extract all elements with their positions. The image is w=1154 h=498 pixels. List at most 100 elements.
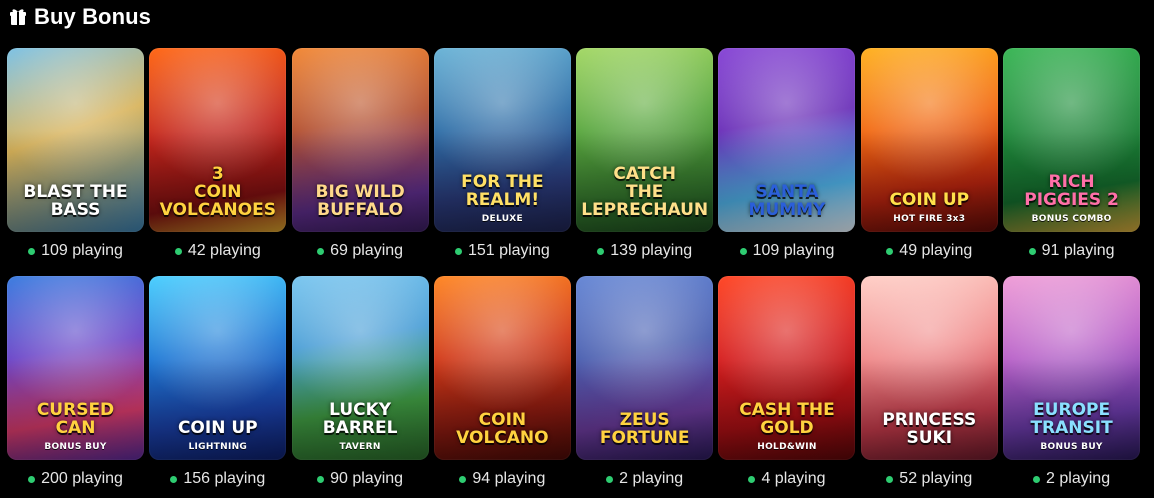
game-title: COIN VOLCANO	[456, 410, 549, 449]
player-count-label: 156 playing	[183, 470, 266, 487]
player-count: 109 playing	[718, 232, 855, 270]
game-subtitle: BONUS COMBO	[1031, 214, 1112, 224]
game-card: ZEUS FORTUNE 2 playing	[576, 276, 714, 498]
player-count: 69 playing	[292, 232, 429, 270]
player-count-label: 2 playing	[619, 470, 684, 487]
player-count-label: 90 playing	[330, 470, 404, 487]
game-tile[interactable]: COIN UP LIGHTNING	[149, 276, 287, 460]
section-header: Buy Bonus	[8, 3, 151, 31]
player-count: 200 playing	[7, 460, 144, 498]
game-card: RICH PIGGIES 2 BONUS COMBO 91 playing	[1003, 48, 1141, 270]
player-count-label: 4 playing	[761, 470, 826, 487]
game-subtitle: BONUS BUY	[44, 442, 107, 452]
game-title: ZEUS FORTUNE	[599, 410, 690, 449]
gift-icon	[8, 7, 28, 27]
game-card: CURSED CAN BONUS BUY 200 playing	[7, 276, 144, 498]
game-tile[interactable]: 3 COIN VOLCANOES	[149, 48, 287, 232]
online-dot-icon	[886, 475, 894, 483]
game-tile[interactable]: CASH THE GOLD HOLD&WIN	[718, 276, 856, 460]
game-tile[interactable]: SANTA MUMMY	[718, 48, 856, 232]
player-count: 42 playing	[149, 232, 286, 270]
player-count-label: 49 playing	[899, 242, 973, 259]
game-card: BLAST THE BASS 109 playing	[7, 48, 144, 270]
game-title: COIN UP	[889, 190, 970, 211]
game-card: COIN VOLCANO 94 playing	[433, 276, 571, 498]
online-dot-icon	[597, 247, 605, 255]
game-title: LUCKY BARREL	[322, 400, 398, 439]
player-count: 49 playing	[861, 232, 998, 270]
online-dot-icon	[1028, 247, 1036, 255]
game-card: LUCKY BARREL TAVERN 90 playing	[291, 276, 429, 498]
player-count-label: 94 playing	[472, 470, 546, 487]
player-count: 2 playing	[1003, 460, 1140, 498]
player-count: 90 playing	[292, 460, 429, 498]
game-title: RICH PIGGIES 2	[1024, 172, 1119, 211]
game-tile[interactable]: LUCKY BARREL TAVERN	[291, 276, 429, 460]
game-tile[interactable]: PRINCESS SUKI	[860, 276, 998, 460]
game-tile[interactable]: CURSED CAN BONUS BUY	[7, 276, 144, 460]
online-dot-icon	[459, 475, 467, 483]
game-tile[interactable]: CATCH THE LEPRECHAUN	[576, 48, 714, 232]
game-tile[interactable]: BIG WILD BUFFALO	[291, 48, 429, 232]
online-dot-icon	[748, 475, 756, 483]
online-dot-icon	[317, 475, 325, 483]
game-subtitle: HOT FIRE 3x3	[893, 214, 966, 224]
online-dot-icon	[606, 475, 614, 483]
game-title: FOR THE REALM!	[461, 172, 544, 211]
game-subtitle: HOLD&WIN	[757, 442, 817, 452]
game-subtitle: BONUS BUY	[1040, 442, 1103, 452]
game-title: 3 COIN VOLCANOES	[159, 164, 276, 221]
game-card: BIG WILD BUFFALO 69 playing	[291, 48, 429, 270]
game-card: FOR THE REALM! DELUXE 151 playing	[433, 48, 571, 270]
game-title: CATCH THE LEPRECHAUN	[581, 164, 709, 221]
player-count-label: 109 playing	[41, 242, 123, 259]
player-count: 91 playing	[1003, 232, 1140, 270]
player-count-label: 42 playing	[187, 242, 261, 259]
game-tile[interactable]: EUROPE TRANSIT BONUS BUY	[1003, 276, 1141, 460]
player-count-label: 91 playing	[1041, 242, 1115, 259]
player-count: 156 playing	[149, 460, 286, 498]
game-tile[interactable]: BLAST THE BASS	[7, 48, 144, 232]
game-card: SANTA MUMMY 109 playing	[718, 48, 856, 270]
game-card: 3 COIN VOLCANOES 42 playing	[149, 48, 287, 270]
game-title: BIG WILD BUFFALO	[315, 182, 405, 221]
player-count: 4 playing	[718, 460, 855, 498]
player-count-label: 69 playing	[330, 242, 404, 259]
online-dot-icon	[454, 247, 462, 255]
game-title: SANTA MUMMY	[748, 182, 826, 221]
game-title: CURSED CAN	[36, 400, 115, 439]
game-title: EUROPE TRANSIT	[1030, 400, 1113, 439]
online-dot-icon	[28, 247, 36, 255]
player-count: 2 playing	[576, 460, 713, 498]
player-count: 52 playing	[861, 460, 998, 498]
game-subtitle: TAVERN	[339, 442, 381, 452]
player-count-label: 2 playing	[1046, 470, 1111, 487]
section-title: Buy Bonus	[34, 4, 152, 29]
games-grid: BLAST THE BASS 109 playing 3 COIN VOLCANOE…	[7, 48, 1141, 498]
player-count-label: 52 playing	[899, 470, 973, 487]
game-card: EUROPE TRANSIT BONUS BUY 2 playing	[1003, 276, 1141, 498]
game-title: BLAST THE BASS	[23, 182, 128, 221]
player-count: 151 playing	[434, 232, 571, 270]
player-count: 109 playing	[7, 232, 144, 270]
game-title: PRINCESS SUKI	[882, 410, 977, 449]
online-dot-icon	[174, 247, 182, 255]
game-tile[interactable]: ZEUS FORTUNE	[576, 276, 714, 460]
game-title: CASH THE GOLD	[739, 400, 835, 439]
online-dot-icon	[170, 475, 178, 483]
game-tile[interactable]: COIN VOLCANO	[433, 276, 571, 460]
game-subtitle: LIGHTNING	[188, 442, 248, 452]
player-count: 139 playing	[576, 232, 713, 270]
game-subtitle: DELUXE	[481, 214, 523, 224]
game-tile[interactable]: RICH PIGGIES 2 BONUS COMBO	[1003, 48, 1141, 232]
player-count-label: 151 playing	[467, 242, 550, 259]
game-card: COIN UP LIGHTNING 156 playing	[149, 276, 287, 498]
game-card: CATCH THE LEPRECHAUN 139 playing	[576, 48, 714, 270]
game-card: COIN UP HOT FIRE 3x3 49 playing	[860, 48, 998, 270]
game-card: CASH THE GOLD HOLD&WIN 4 playing	[718, 276, 856, 498]
game-tile[interactable]: COIN UP HOT FIRE 3x3	[860, 48, 998, 232]
game-title: COIN UP	[177, 418, 258, 439]
game-tile[interactable]: FOR THE REALM! DELUXE	[433, 48, 571, 232]
online-dot-icon	[317, 247, 325, 255]
online-dot-icon	[886, 247, 894, 255]
